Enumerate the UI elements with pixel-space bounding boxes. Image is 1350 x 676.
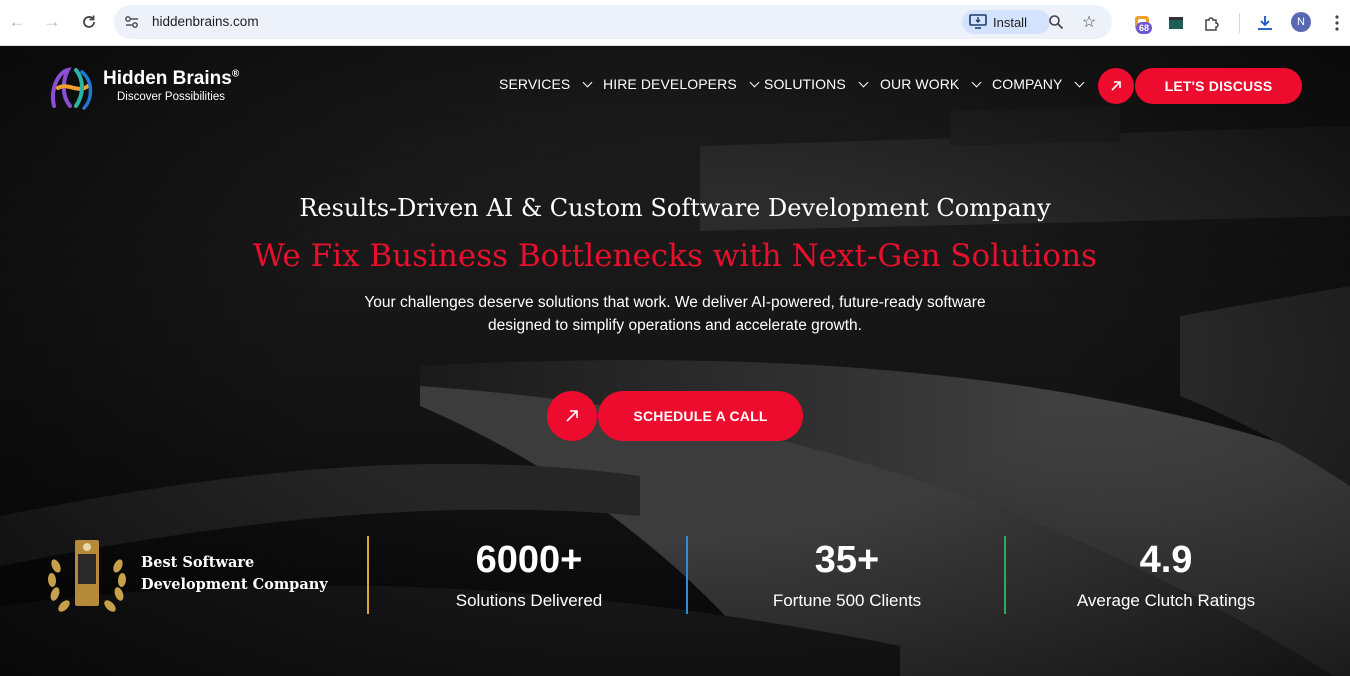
hero-section: Hidden Brains® Discover Possibilities SE… bbox=[0, 46, 1350, 676]
install-monitor-icon bbox=[969, 14, 987, 29]
profile-avatar[interactable]: N bbox=[1291, 12, 1311, 32]
install-label: Install bbox=[993, 14, 1027, 30]
chevron-down-icon bbox=[971, 77, 982, 87]
chevron-down-icon bbox=[858, 77, 869, 87]
address-bar[interactable]: hiddenbrains.com Install ☆ bbox=[114, 5, 1112, 39]
stat-divider bbox=[367, 536, 369, 614]
stat-value-solutions: 6000+ bbox=[475, 539, 583, 581]
url-text[interactable]: hiddenbrains.com bbox=[152, 14, 259, 29]
reload-icon[interactable] bbox=[77, 10, 101, 34]
clapperboard-extension-icon[interactable] bbox=[1164, 11, 1188, 35]
bookmark-star-icon[interactable]: ☆ bbox=[1078, 11, 1100, 33]
nav-hire-developers[interactable]: HIRE DEVELOPERS bbox=[603, 76, 760, 92]
hero-description: Your challenges deserve solutions that w… bbox=[364, 294, 986, 334]
stat-divider bbox=[1004, 536, 1006, 614]
schedule-call-button[interactable]: SCHEDULE A CALL bbox=[598, 391, 803, 441]
stat-value-fortune: 35+ bbox=[814, 539, 880, 581]
logo-tagline: Discover Possibilities bbox=[117, 91, 226, 103]
stats-row: Best Software Development Company 6000+ … bbox=[0, 536, 1350, 616]
site-logo[interactable]: Hidden Brains® Discover Possibilities bbox=[48, 66, 239, 110]
logo-name: Hidden Brains® bbox=[103, 68, 240, 89]
nav-our-work[interactable]: OUR WORK bbox=[880, 76, 982, 92]
award-text: Best Software Development Company bbox=[141, 554, 328, 593]
stat-label-clutch: Average Clutch Ratings bbox=[1076, 591, 1256, 610]
browser-menu-icon[interactable] bbox=[1325, 11, 1349, 35]
hero-title: We Fix Business Bottlenecks with Next-Ge… bbox=[253, 238, 1097, 274]
award-laurel-icon bbox=[47, 540, 127, 612]
arrow-up-right-icon bbox=[566, 410, 578, 422]
chevron-down-icon bbox=[749, 77, 760, 87]
stat-divider bbox=[686, 536, 688, 614]
chevron-down-icon bbox=[582, 77, 593, 87]
schedule-call-arrow-button[interactable] bbox=[547, 391, 597, 441]
zoom-icon[interactable] bbox=[1045, 11, 1067, 33]
extensions-puzzle-icon[interactable] bbox=[1200, 11, 1224, 35]
hero-subtitle: Results-Driven AI & Custom Software Deve… bbox=[299, 194, 1051, 222]
chevron-down-icon bbox=[1075, 77, 1085, 87]
site-settings-icon[interactable] bbox=[123, 13, 141, 31]
toolbar-separator bbox=[1239, 13, 1240, 33]
browser-toolbar: ← → hiddenbrains.com Install ☆ 68 N bbox=[0, 0, 1350, 46]
arrow-up-right-icon bbox=[1111, 81, 1121, 91]
stat-value-clutch: 4.9 bbox=[1139, 539, 1193, 581]
nav-services[interactable]: SERVICES bbox=[499, 76, 593, 92]
extension-badge: 68 bbox=[1136, 22, 1153, 34]
nav-solutions[interactable]: SOLUTIONS bbox=[764, 76, 869, 92]
lets-discuss-arrow-button[interactable] bbox=[1098, 68, 1134, 104]
lets-discuss-button[interactable]: LET'S DISCUSS bbox=[1135, 68, 1302, 104]
hidden-brains-logo-icon bbox=[51, 67, 93, 110]
nav-company[interactable]: COMPANY bbox=[992, 76, 1085, 92]
stat-label-fortune: Fortune 500 Clients bbox=[772, 591, 922, 610]
install-app-button[interactable]: Install bbox=[962, 10, 1050, 34]
forward-icon[interactable]: → bbox=[40, 10, 64, 34]
stat-label-solutions: Solutions Delivered bbox=[455, 591, 603, 610]
download-icon[interactable] bbox=[1253, 11, 1277, 35]
back-icon[interactable]: ← bbox=[5, 10, 29, 34]
